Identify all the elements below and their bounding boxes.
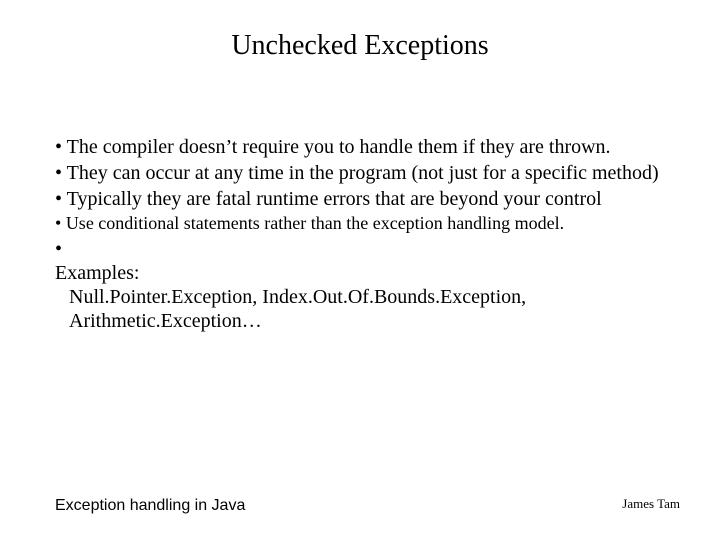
bullet-item-1: The compiler doesn’t require you to hand… [55,135,670,159]
sub-bullet-list: Use conditional statements rather than t… [55,213,670,235]
bullet-item-4: Examples: Null.Pointer.Exception, Index.… [55,237,670,333]
bullet-item-3: Typically they are fatal runtime errors … [55,187,670,211]
footer-topic: Exception handling in Java [55,497,245,515]
bullet-list: The compiler doesn’t require you to hand… [55,135,670,211]
examples-label: Examples: [69,261,670,285]
slide-body: The compiler doesn’t require you to hand… [55,135,670,335]
footer-author: James Tam [622,496,680,512]
bullet-item-2: They can occur at any time in the progra… [55,161,670,185]
bullet-list-2: Examples: Null.Pointer.Exception, Index.… [55,237,670,333]
examples-content: Null.Pointer.Exception, Index.Out.Of.Bou… [69,285,670,333]
sub-bullet-item-1: Use conditional statements rather than t… [55,213,670,235]
slide: Unchecked Exceptions The compiler doesn’… [0,0,720,540]
slide-title: Unchecked Exceptions [0,30,720,62]
